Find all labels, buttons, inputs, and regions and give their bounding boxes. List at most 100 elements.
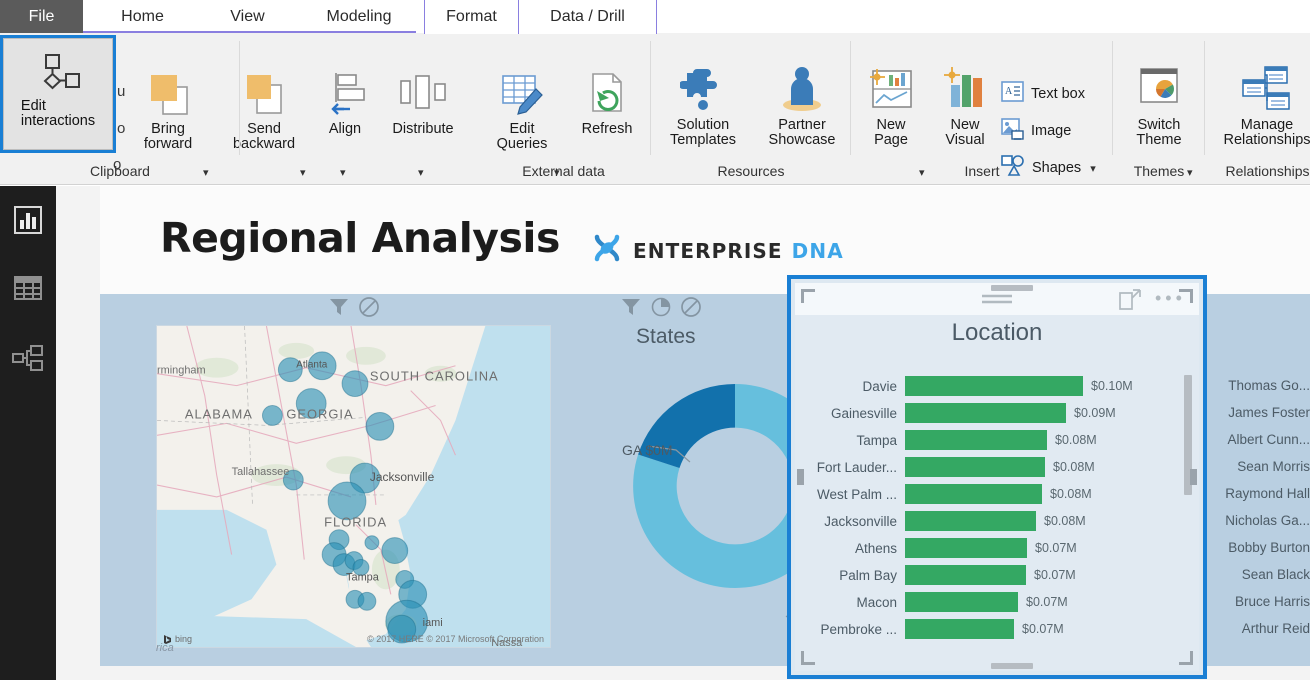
bar-value-label: $0.07M [1026,595,1068,609]
list-item[interactable]: Sean Morris [1218,453,1310,480]
send-backward-label: Send backward [232,121,296,152]
ghost-format-painter-text: o [113,156,122,173]
bar-value-label: $0.08M [1055,433,1097,447]
sidebar-item-data-view[interactable] [12,273,44,305]
bar-row[interactable]: Fort Lauder... $0.08M [795,454,1199,480]
list-item[interactable]: Thomas Go... [1218,372,1310,399]
bar-row[interactable]: Athens $0.07M [795,535,1199,561]
tab-view[interactable]: View [205,0,290,33]
bring-forward-button[interactable]: Bring forward [125,71,211,152]
ribbon-group-themes: Switch Theme ▾ Themes [1113,33,1205,185]
list-item[interactable]: Raymond Hall [1218,480,1310,507]
resize-handle-bottom-right[interactable] [1179,651,1193,665]
focus-mode-icon[interactable] [1119,289,1141,316]
location-visual[interactable]: ••• Location Davie $0.10M Gainesville $0.09… [795,283,1199,671]
bar[interactable] [905,376,1083,396]
edit-queries-button[interactable]: Edit Queries [480,71,564,152]
tab-modeling-label: Modeling [326,7,392,25]
svg-text:iami: iami [423,617,443,629]
bar[interactable] [905,565,1026,585]
bar-row[interactable]: Tampa $0.08M [795,427,1199,453]
resize-handle-middle-right[interactable] [1190,469,1197,485]
distribute-chevron-icon[interactable]: ▾ [418,166,424,179]
partner-showcase-button[interactable]: Partner Showcase [755,65,849,148]
bar[interactable] [905,430,1047,450]
location-visual-title: Location [951,319,1043,346]
align-chevron-icon[interactable]: ▾ [340,166,346,179]
list-item[interactable]: James Foster [1218,399,1310,426]
tab-data-drill[interactable]: Data / Drill [519,0,657,34]
svg-text:rmingham: rmingham [157,365,206,377]
bar-category-label: West Palm ... [816,486,897,502]
sidebar-item-model-view[interactable] [12,342,44,374]
sort-lines-icon[interactable] [980,292,1014,311]
tab-home[interactable]: Home [95,0,190,33]
bar[interactable] [905,484,1042,504]
switch-theme-icon [1134,65,1184,113]
bar[interactable] [905,619,1014,639]
top-scroll-grip[interactable] [991,285,1033,291]
refresh-button[interactable]: Refresh [568,71,646,137]
bar[interactable] [905,592,1018,612]
bar-value-label: $0.07M [1022,622,1064,636]
tab-format[interactable]: Format [424,0,519,34]
text-box-icon: A [1001,81,1024,106]
filter-icon[interactable] [328,296,350,323]
resize-handle-top-right[interactable] [1179,289,1193,303]
bar-row[interactable]: Gainesville $0.09M [795,400,1199,426]
align-label: Align [328,121,362,137]
tab-file[interactable]: File [0,0,83,33]
bar-row[interactable]: Pembroke ... $0.07M [795,616,1199,642]
distribute-icon [397,71,449,117]
sidebar-item-report-view[interactable] [12,204,44,236]
bar-row[interactable]: West Palm ... $0.08M [795,481,1199,507]
bar[interactable] [905,538,1027,558]
solution-templates-button[interactable]: Solution Templates [655,65,751,148]
bar-row[interactable]: Palm Bay $0.07M [795,562,1199,588]
bar-row[interactable]: Macon $0.07M [795,589,1199,615]
map-visual[interactable]: rmingham SOUTH CAROLINA ALABAMA GEORGIA … [156,325,551,648]
manage-relationships-button[interactable]: Manage Relationships [1207,65,1310,148]
text-box-label: Text box [1031,85,1085,102]
svg-text:ALABAMA: ALABAMA [185,406,253,421]
resize-handle-middle-left[interactable] [797,469,804,485]
text-box-button[interactable]: A Text box [1001,81,1085,106]
svg-text:GEORGIA: GEORGIA [286,406,353,421]
svg-text:Jacksonville: Jacksonville [370,470,435,484]
list-item[interactable]: Albert Cunn... [1218,426,1310,453]
bar[interactable] [905,403,1066,423]
switch-theme-button[interactable]: Switch Theme [1115,65,1203,148]
new-visual-icon [942,65,988,113]
image-button[interactable]: Image [1001,118,1071,144]
list-item[interactable]: Sean Black [1218,561,1310,588]
send-backward-button[interactable]: Send backward [220,71,308,152]
list-item[interactable]: Nicholas Ga... [1218,507,1310,534]
new-page-button[interactable]: New Page [855,65,927,148]
send-backward-chevron-icon[interactable]: ▾ [300,166,306,179]
list-item[interactable]: Bruce Harris [1218,588,1310,615]
align-button[interactable]: Align [312,71,378,137]
bar-category-label: Jacksonville [824,513,897,529]
list-item[interactable]: Bobby Burton [1218,534,1310,561]
new-visual-button[interactable]: New Visual [933,65,997,148]
tab-file-label: File [28,7,55,25]
tab-data-drill-label: Data / Drill [550,8,625,25]
resize-handle-top-left[interactable] [801,289,815,303]
ribbon-tabstrip: File Home View Modeling Format Data / Dr… [0,0,1310,34]
bar[interactable] [905,457,1045,477]
image-icon [1001,118,1024,144]
resize-handle-bottom-left[interactable] [801,651,815,665]
edit-interactions-icon [34,53,82,99]
refresh-icon [585,71,629,117]
no-interaction-icon[interactable] [358,296,380,323]
bar[interactable] [905,511,1036,531]
bottom-scroll-grip[interactable] [991,663,1033,669]
bar-value-label: $0.08M [1053,460,1095,474]
list-item[interactable]: Arthur Reid [1218,615,1310,642]
distribute-button[interactable]: Distribute [378,71,468,137]
bar-row[interactable]: Jacksonville $0.08M [795,508,1199,534]
bar-row[interactable]: Davie $0.10M [795,373,1199,399]
ghost-cut-text: u [117,83,126,100]
tab-modeling[interactable]: Modeling [300,0,418,33]
edit-interactions-button[interactable]: Edit interactions [0,35,116,153]
